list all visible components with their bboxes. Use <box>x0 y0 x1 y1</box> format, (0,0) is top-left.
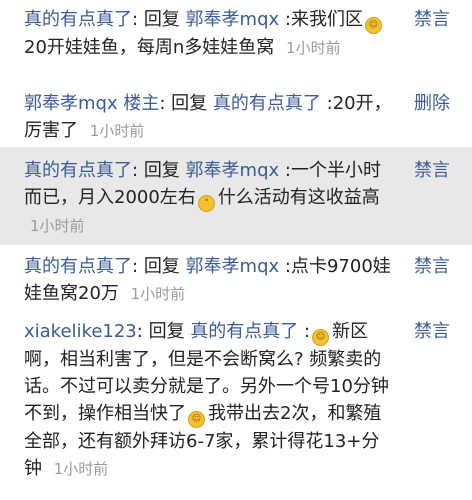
reply-author-link[interactable]: 真的有点真了 <box>24 256 132 277</box>
reply-separator: : <box>159 93 166 114</box>
reply-target-link[interactable]: 真的有点真了 <box>190 321 298 342</box>
smile-emoji-icon: ☺ <box>364 17 382 34</box>
surprised-emoji-icon: ° <box>197 195 215 212</box>
reply-item: 郭奉孝mqx 楼主: 回复 真的有点真了 :20开，厉害了 1小时前 删除 <box>0 84 472 147</box>
reply-author-link[interactable]: 真的有点真了 <box>24 9 132 30</box>
reply-word: 回复 <box>143 160 180 181</box>
reply-word: 回复 <box>143 256 180 277</box>
reply-target-link[interactable]: 郭奉孝mqx <box>186 9 280 30</box>
reply-time: 1小时前 <box>53 460 109 478</box>
reply-target-link[interactable]: 郭奉孝mqx <box>186 160 280 181</box>
reply-time: 1小时前 <box>30 217 85 235</box>
reply-word: 回复 <box>148 321 185 342</box>
reply-author-link[interactable]: 真的有点真了 <box>24 160 132 181</box>
reply-word: 回复 <box>171 93 208 114</box>
reply-time: 1小时前 <box>130 285 186 303</box>
reply-separator: : <box>132 256 139 277</box>
mute-button[interactable]: 禁言 <box>414 6 450 33</box>
mute-button[interactable]: 禁言 <box>414 318 450 345</box>
delete-button[interactable]: 删除 <box>414 90 450 117</box>
mute-button[interactable]: 禁言 <box>414 253 450 280</box>
reply-item: xiakelike123: 回复 真的有点真了 : ☺ 新区啊，相当利害了，但是不会… <box>0 312 472 500</box>
owner-badge: 楼主 <box>123 93 160 114</box>
reply-target-link[interactable]: 真的有点真了 <box>213 93 321 114</box>
reply-list: 真的有点真了: 回复 郭奉孝mqx :来我们区 ☺20开娃娃鱼，每周n多娃娃鱼窝 … <box>0 0 472 500</box>
reply-separator: : <box>132 9 139 30</box>
reply-author-link[interactable]: 郭奉孝mqx <box>24 93 118 114</box>
reply-text: 什么活动有这收益高 <box>217 187 380 208</box>
reply-word: 回复 <box>143 9 180 30</box>
reply-time: 1小时前 <box>286 39 341 57</box>
reply-item: 真的有点真了: 回复 郭奉孝mqx :点卡9700娃娃鱼窝20万 1小时前 禁言 <box>0 245 472 312</box>
reply-separator: : <box>136 321 143 342</box>
grin-emoji-icon: ☺ <box>312 329 330 346</box>
reply-text: 20开娃娃鱼，每周n多娃娃鱼窝 <box>24 37 275 58</box>
mute-button[interactable]: 禁言 <box>414 157 450 184</box>
reply-target-link[interactable]: 郭奉孝mqx <box>186 256 280 277</box>
reply-text: :来我们区 <box>284 9 363 30</box>
reply-item: 真的有点真了: 回复 郭奉孝mqx :来我们区 ☺20开娃娃鱼，每周n多娃娃鱼窝 … <box>0 0 472 84</box>
reply-separator: : <box>132 160 139 181</box>
reply-author-link[interactable]: xiakelike123 <box>24 321 137 342</box>
reply-item-highlighted: 真的有点真了: 回复 郭奉孝mqx :一个半小时而已，月入2000左右 ° 什么活动… <box>0 147 472 245</box>
reply-time: 1小时前 <box>89 122 145 140</box>
laugh-cry-emoji-icon: ☺ <box>188 411 205 428</box>
reply-text: : <box>304 321 311 342</box>
